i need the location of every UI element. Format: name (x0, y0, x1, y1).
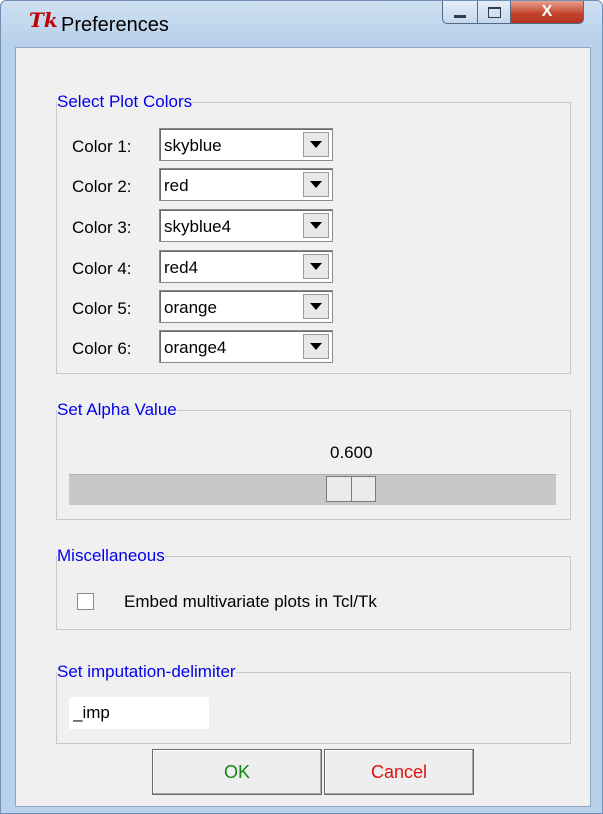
color-6-select[interactable]: orange4 (159, 330, 333, 363)
maximize-button[interactable] (478, 1, 511, 24)
color-5-dropdown-button[interactable] (303, 294, 329, 319)
cancel-button[interactable]: Cancel (324, 749, 474, 795)
color-3-label: Color 3: (72, 218, 132, 237)
chevron-down-icon (310, 141, 322, 148)
ok-button[interactable]: OK (152, 749, 322, 795)
color-2-dropdown-button[interactable] (303, 172, 329, 197)
color-1-dropdown-button[interactable] (303, 132, 329, 157)
ok-button-label: OK (223, 761, 250, 782)
alpha-value-readout: 0.600 (330, 443, 373, 462)
window-title: Preferences (61, 14, 169, 36)
color-3-value: skyblue4 (164, 217, 232, 236)
embed-plots-checkbox[interactable] (77, 593, 94, 610)
tk-icon: Tk (29, 8, 58, 32)
alpha-slider-track[interactable] (69, 474, 556, 505)
chevron-down-icon (310, 222, 322, 229)
slider-grip-icon (351, 477, 353, 501)
color-4-label: Color 4: (72, 259, 132, 278)
color-2-select[interactable]: red (159, 168, 333, 201)
cancel-button-label: Cancel (370, 761, 428, 782)
color-2-label: Color 2: (72, 177, 132, 196)
color-1-select[interactable]: skyblue (159, 128, 333, 161)
color-6-value: orange4 (164, 338, 227, 357)
color-3-select[interactable]: skyblue4 (159, 209, 333, 242)
color-4-select[interactable]: red4 (159, 250, 333, 283)
color-3-dropdown-button[interactable] (303, 213, 329, 238)
color-1-value: skyblue (164, 136, 222, 155)
color-5-select[interactable]: orange (159, 290, 333, 323)
window-controls: X (442, 1, 584, 27)
color-4-value: red4 (164, 258, 199, 277)
close-icon: X (541, 3, 553, 20)
maximize-icon (487, 6, 501, 18)
color-2-value: red (164, 176, 189, 195)
alpha-legend: Set Alpha Value (57, 400, 177, 419)
color-1-label: Color 1: (72, 137, 132, 156)
embed-plots-label[interactable]: Embed multivariate plots in Tcl/Tk (124, 592, 377, 612)
color-5-value: orange (164, 298, 217, 317)
misc-legend: Miscellaneous (57, 546, 165, 565)
chevron-down-icon (310, 263, 322, 270)
imputation-legend: Set imputation-delimiter (57, 662, 236, 681)
close-button[interactable]: X (511, 1, 584, 24)
chevron-down-icon (310, 303, 322, 310)
chevron-down-icon (310, 181, 322, 188)
alpha-slider-handle[interactable] (326, 476, 377, 502)
color-6-dropdown-button[interactable] (303, 334, 329, 359)
color-5-label: Color 5: (72, 299, 132, 318)
plot-colors-legend: Select Plot Colors (57, 92, 193, 111)
minimize-button[interactable] (442, 1, 478, 24)
minimize-icon (454, 14, 466, 18)
imputation-delimiter-input[interactable] (69, 697, 209, 729)
color-6-label: Color 6: (72, 339, 132, 358)
color-4-dropdown-button[interactable] (303, 254, 329, 279)
misc-group: Miscellaneous (56, 546, 571, 630)
title-bar[interactable]: Tk Preferences X (1, 1, 602, 36)
chevron-down-icon (310, 343, 322, 350)
